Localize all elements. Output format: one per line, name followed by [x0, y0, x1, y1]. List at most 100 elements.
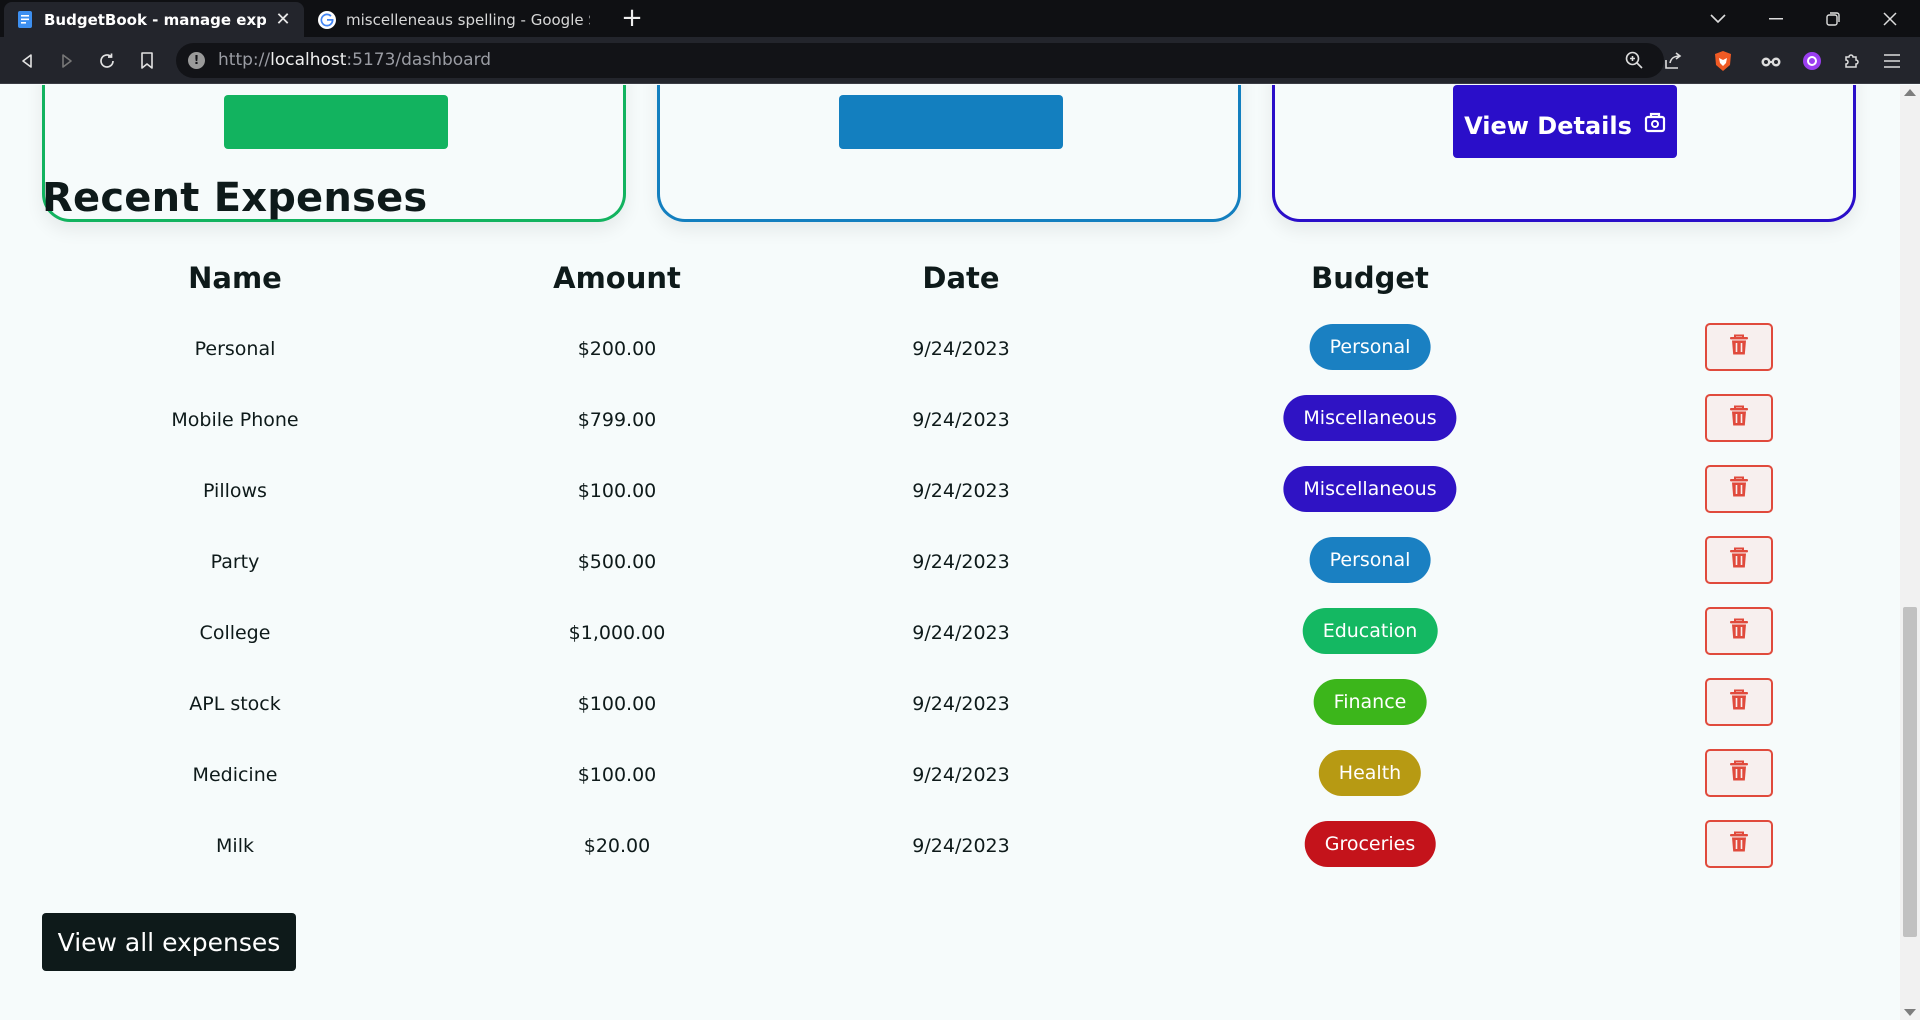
site-info-icon[interactable]: !: [188, 52, 205, 69]
expense-name: Pillows: [203, 480, 267, 502]
delete-expense-button[interactable]: [1705, 323, 1773, 371]
trash-icon: [1729, 476, 1749, 502]
expense-amount: $100.00: [577, 480, 657, 502]
minimize-icon[interactable]: [1748, 0, 1804, 37]
document-icon: [16, 11, 34, 29]
expense-name: Mobile Phone: [171, 409, 299, 431]
google-icon: [318, 10, 336, 29]
delete-expense-button[interactable]: [1705, 820, 1773, 868]
budget-badge[interactable]: Miscellaneous: [1283, 466, 1457, 512]
tab-title: BudgetBook - manage expenses: [44, 10, 266, 29]
expense-amount: $500.00: [577, 551, 657, 573]
budget-badge[interactable]: Education: [1302, 608, 1438, 654]
tab-budgetbook[interactable]: BudgetBook - manage expenses ✕: [4, 2, 304, 37]
delete-expense-button[interactable]: [1705, 607, 1773, 655]
table-row: Medicine $100.00 9/24/2023 Health: [0, 749, 1900, 807]
expense-name: Milk: [216, 835, 254, 857]
address-bar[interactable]: ! http://localhost:5173/dashboard: [176, 43, 1664, 78]
scroll-down-arrow-icon[interactable]: [1904, 1009, 1916, 1016]
trash-icon: [1729, 760, 1749, 786]
table-row: Pillows $100.00 9/24/2023 Miscellaneous: [0, 465, 1900, 523]
expense-name: Party: [210, 551, 260, 573]
share-icon[interactable]: [1658, 46, 1688, 76]
expense-name: Personal: [194, 338, 276, 360]
expense-date: 9/24/2023: [912, 622, 1010, 644]
column-header-amount: Amount: [553, 261, 681, 295]
budget-card: View Details: [1272, 85, 1856, 222]
column-header-name: Name: [188, 261, 282, 295]
bookmark-icon[interactable]: [132, 46, 162, 76]
expense-date: 9/24/2023: [912, 835, 1010, 857]
tab-google-search[interactable]: miscelleneaus spelling - Google Search: [306, 2, 602, 37]
reload-icon[interactable]: [92, 46, 122, 76]
brave-shield-icon[interactable]: [1708, 46, 1738, 76]
budget-badge[interactable]: Personal: [1309, 324, 1431, 370]
expense-date: 9/24/2023: [912, 764, 1010, 786]
trash-icon: [1729, 405, 1749, 431]
delete-expense-button[interactable]: [1705, 678, 1773, 726]
expense-name: Medicine: [192, 764, 278, 786]
delete-expense-button[interactable]: [1705, 465, 1773, 513]
extension-glasses-icon[interactable]: [1756, 46, 1786, 76]
expense-date: 9/24/2023: [912, 409, 1010, 431]
expense-date: 9/24/2023: [912, 551, 1010, 573]
restore-icon[interactable]: [1805, 0, 1861, 37]
zoom-icon[interactable]: [1619, 45, 1649, 75]
budget-badge[interactable]: Personal: [1309, 537, 1431, 583]
expense-amount: $100.00: [577, 693, 657, 715]
extension-purple-icon[interactable]: [1797, 46, 1827, 76]
scroll-up-arrow-icon[interactable]: [1904, 89, 1916, 96]
delete-expense-button[interactable]: [1705, 394, 1773, 442]
close-window-icon[interactable]: [1862, 0, 1918, 37]
browser-toolbar: ! http://localhost:5173/dashboard: [0, 37, 1920, 84]
trash-icon: [1729, 618, 1749, 644]
table-row: Milk $20.00 9/24/2023 Groceries: [0, 820, 1900, 878]
column-header-budget: Budget: [1311, 261, 1429, 295]
table-row: Mobile Phone $799.00 9/24/2023 Miscellaneou…: [0, 394, 1900, 452]
card-action-button[interactable]: [839, 95, 1063, 149]
trash-icon: [1729, 831, 1749, 857]
column-header-date: Date: [922, 261, 1000, 295]
browser-tab-bar: BudgetBook - manage expenses ✕ miscellen…: [0, 0, 1920, 37]
budget-badge[interactable]: Groceries: [1304, 821, 1436, 867]
delete-expense-button[interactable]: [1705, 536, 1773, 584]
view-details-icon: [1644, 112, 1666, 140]
forward-icon[interactable]: [52, 46, 82, 76]
trash-icon: [1729, 689, 1749, 715]
delete-expense-button[interactable]: [1705, 749, 1773, 797]
expense-name: APL stock: [189, 693, 281, 715]
scrollbar-thumb[interactable]: [1903, 607, 1917, 937]
table-row: Party $500.00 9/24/2023 Personal: [0, 536, 1900, 594]
menu-icon[interactable]: [1877, 46, 1907, 76]
url-text: http://localhost:5173/dashboard: [218, 50, 492, 70]
tab-title: miscelleneaus spelling - Google Search: [346, 10, 590, 29]
new-tab-icon[interactable]: +: [618, 5, 646, 33]
trash-icon: [1729, 547, 1749, 573]
extensions-puzzle-icon[interactable]: [1837, 46, 1867, 76]
view-details-button[interactable]: View Details: [1453, 85, 1677, 158]
expense-date: 9/24/2023: [912, 480, 1010, 502]
table-row: APL stock $100.00 9/24/2023 Finance: [0, 678, 1900, 736]
card-action-button[interactable]: [224, 95, 448, 149]
back-icon[interactable]: [12, 46, 42, 76]
budget-badge[interactable]: Miscellaneous: [1283, 395, 1457, 441]
page-viewport: View Details Recent Expenses Name Amount…: [0, 85, 1900, 1020]
budget-badge[interactable]: Health: [1318, 750, 1422, 796]
table-row: College $1,000.00 9/24/2023 Education: [0, 607, 1900, 665]
budget-card: [657, 85, 1241, 222]
table-row: Personal $200.00 9/24/2023 Personal: [0, 323, 1900, 381]
trash-icon: [1729, 334, 1749, 360]
expense-date: 9/24/2023: [912, 693, 1010, 715]
close-tab-icon[interactable]: ✕: [274, 9, 292, 30]
page-scrollbar[interactable]: [1900, 85, 1920, 1020]
budget-badge[interactable]: Finance: [1313, 679, 1427, 725]
expense-amount: $100.00: [577, 764, 657, 786]
expense-amount: $200.00: [577, 338, 657, 360]
tab-list-chevron-icon[interactable]: [1690, 0, 1746, 37]
expense-amount: $1,000.00: [568, 622, 666, 644]
expense-amount: $799.00: [577, 409, 657, 431]
view-all-expenses-button[interactable]: View all expenses: [42, 913, 296, 971]
recent-expenses-title: Recent Expenses: [42, 175, 428, 221]
expense-name: College: [199, 622, 271, 644]
expense-date: 9/24/2023: [912, 338, 1010, 360]
